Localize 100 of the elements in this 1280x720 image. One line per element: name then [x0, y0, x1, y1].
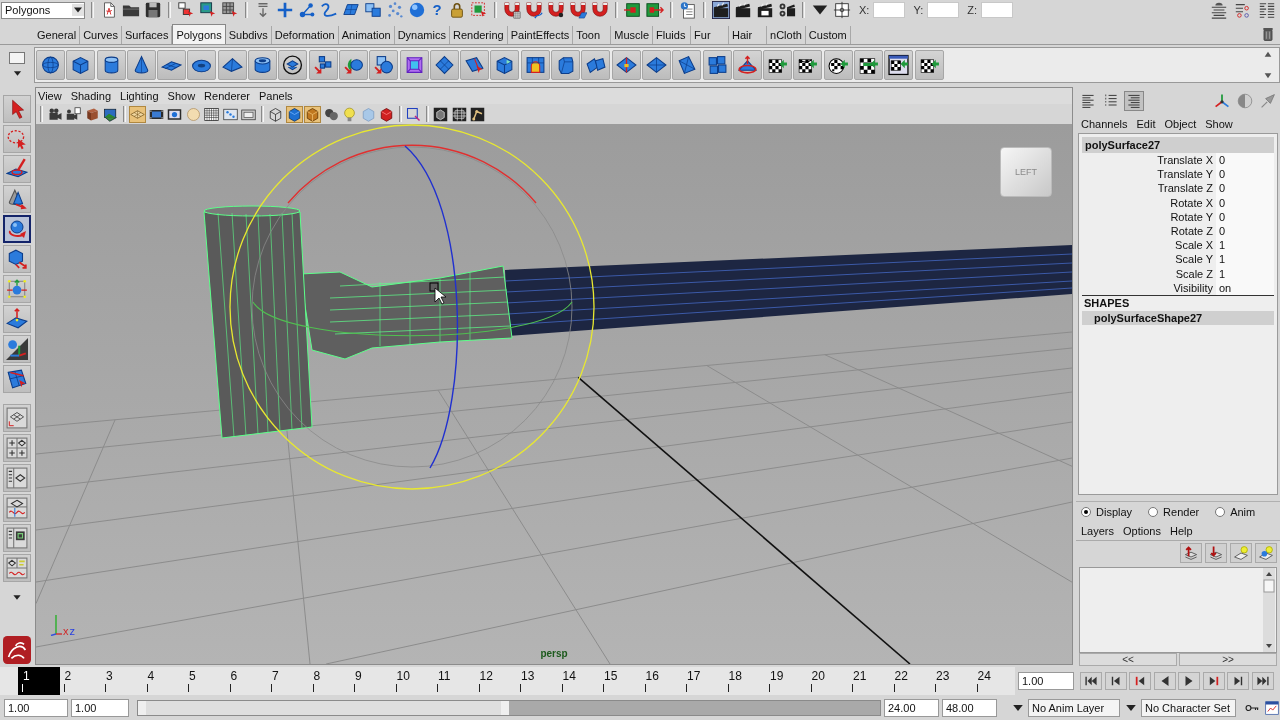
- manipulator-icon[interactable]: [3, 335, 31, 363]
- coordinate-field[interactable]: [873, 2, 906, 18]
- frame-number[interactable]: 23: [931, 667, 973, 695]
- frame-number[interactable]: 9: [350, 667, 392, 695]
- layers-arrow-up-icon[interactable]: [1180, 543, 1202, 563]
- shelf-tab[interactable]: Hair: [729, 26, 768, 44]
- graph-layout-icon[interactable]: [3, 494, 31, 522]
- skip-to-start-icon[interactable]: [1080, 672, 1102, 690]
- play-backward-icon[interactable]: [1153, 672, 1176, 690]
- shelf-tab[interactable]: Curves: [80, 26, 122, 44]
- cube-icon[interactable]: [66, 50, 96, 80]
- shape-name[interactable]: polySurfaceShape27: [1082, 310, 1274, 325]
- plane-icon[interactable]: [157, 50, 187, 80]
- frame-number[interactable]: 14: [557, 667, 599, 695]
- select-hierarchy-icon[interactable]: [177, 1, 195, 19]
- crosshair-icon[interactable]: [833, 1, 851, 19]
- history-icon[interactable]: [679, 1, 697, 19]
- single-view-layout-icon[interactable]: [3, 404, 31, 432]
- lasso-icon[interactable]: [3, 125, 31, 153]
- magnet-grid-icon[interactable]: [503, 1, 521, 19]
- channel-value[interactable]: 1: [1216, 238, 1274, 253]
- channel-name[interactable]: Translate Z: [1079, 181, 1216, 196]
- frame-number[interactable]: 5: [184, 667, 226, 695]
- menu-item[interactable]: Show: [1205, 118, 1233, 130]
- hammer-model[interactable]: [203, 205, 1072, 439]
- rotate-icon[interactable]: [3, 215, 31, 243]
- help-symbol[interactable]: ?: [430, 1, 444, 19]
- joint-chain-icon[interactable]: [469, 105, 486, 123]
- checker-window-icon[interactable]: [884, 50, 914, 80]
- menu-item[interactable]: Show: [167, 90, 196, 102]
- plus-icon[interactable]: [276, 1, 294, 19]
- layers-arrow-down-icon[interactable]: [1205, 543, 1227, 563]
- new-layer-icon[interactable]: [1230, 543, 1252, 563]
- ball-icon[interactable]: [408, 1, 426, 19]
- radio-button[interactable]: [1081, 507, 1091, 517]
- app-logo-icon[interactable]: [2, 636, 32, 664]
- frame-number[interactable]: 20: [806, 667, 848, 695]
- menu-item[interactable]: Lighting: [120, 90, 159, 102]
- shelf-tab[interactable]: PaintEffects: [507, 26, 574, 44]
- previous-key-icon[interactable]: [1129, 672, 1151, 690]
- radio-button[interactable]: [1148, 507, 1159, 517]
- checker-curve-icon[interactable]: [793, 50, 823, 80]
- play-icon[interactable]: [1178, 672, 1200, 690]
- cone-icon[interactable]: [126, 50, 156, 80]
- channel-name[interactable]: Scale Y: [1079, 252, 1216, 267]
- frame-number[interactable]: 16: [640, 667, 682, 695]
- last-tool-icon[interactable]: [3, 365, 31, 393]
- anim-layer-field[interactable]: No Anim Layer: [1028, 699, 1120, 717]
- skip-to-end-icon[interactable]: [1251, 672, 1274, 690]
- rotate-manipulator[interactable]: [229, 124, 595, 490]
- output-operation-icon[interactable]: [646, 1, 664, 19]
- radio-button[interactable]: [1215, 507, 1226, 517]
- frame-number[interactable]: 17: [682, 667, 724, 695]
- joint-icon[interactable]: [298, 1, 316, 19]
- playback-start-field[interactable]: 1.00: [71, 699, 129, 717]
- shelf-tab[interactable]: Muscle: [611, 26, 654, 44]
- object-name[interactable]: polySurface27: [1082, 137, 1274, 153]
- select-highlight-icon[interactable]: [470, 1, 488, 19]
- frame-number[interactable]: 1: [18, 667, 60, 695]
- hypergraph-layout-icon[interactable]: [3, 524, 31, 552]
- menu-item[interactable]: View: [38, 90, 62, 102]
- menu-item[interactable]: Panels: [258, 90, 293, 102]
- shelf-tab[interactable]: Subdivs: [225, 26, 272, 44]
- textured-cube-icon[interactable]: [304, 105, 321, 123]
- scrollbar[interactable]: [1263, 568, 1275, 652]
- channel-name[interactable]: Rotate X: [1079, 195, 1216, 210]
- frame-number[interactable]: 19: [765, 667, 807, 695]
- solid-cube-icon[interactable]: [378, 105, 395, 123]
- next-key-icon[interactable]: [1202, 672, 1225, 690]
- triangulated-plane-icon[interactable]: [672, 50, 702, 80]
- separate-squares-icon[interactable]: [308, 50, 338, 80]
- shelf-tab[interactable]: Fur: [691, 26, 730, 44]
- menu-item[interactable]: Layers: [1081, 525, 1115, 537]
- channel-name[interactable]: Scale Z: [1079, 266, 1216, 281]
- magnet-plane-icon[interactable]: [569, 1, 587, 19]
- current-time-field[interactable]: 1.00: [1018, 672, 1074, 690]
- channel-name[interactable]: Rotate Y: [1079, 209, 1216, 224]
- clapperboard-icon[interactable]: [712, 1, 730, 19]
- trash-icon[interactable]: [1260, 25, 1276, 43]
- select-component-icon[interactable]: [221, 1, 239, 19]
- channel-value[interactable]: 0: [1216, 167, 1274, 182]
- frame-number[interactable]: 15: [599, 667, 641, 695]
- nav-button[interactable]: <<: [1079, 653, 1177, 666]
- nav-button[interactable]: >>: [1179, 653, 1277, 666]
- menu-item[interactable]: Renderer: [204, 90, 250, 102]
- shelf-tab[interactable]: Animation: [338, 26, 395, 44]
- brush-icon[interactable]: [3, 155, 31, 183]
- shelf-tab[interactable]: Deformation: [271, 26, 339, 44]
- cone-ring-icon[interactable]: [732, 50, 762, 80]
- universal-manipulator-icon[interactable]: [3, 275, 31, 303]
- frame-number[interactable]: 24: [972, 667, 1014, 695]
- safe-grid-icon[interactable]: [203, 105, 220, 123]
- channel-name[interactable]: Translate X: [1079, 153, 1216, 168]
- end-time-field[interactable]: 48.00: [942, 699, 997, 717]
- channel-lines-icon[interactable]: [1257, 1, 1277, 19]
- xray-cube-icon[interactable]: [432, 105, 449, 123]
- camera-document-icon[interactable]: [65, 105, 82, 123]
- channel-value[interactable]: 1: [1216, 252, 1274, 267]
- select-object-icon[interactable]: [199, 1, 217, 19]
- cone-arrows-icon[interactable]: [3, 185, 31, 213]
